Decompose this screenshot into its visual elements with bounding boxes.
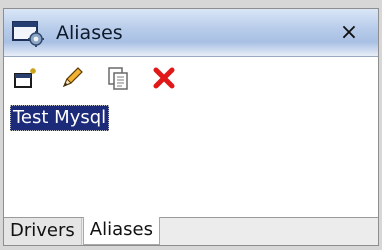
delete-x-icon[interactable] bbox=[150, 64, 178, 92]
alias-toolbar bbox=[4, 57, 378, 99]
copy-icon[interactable] bbox=[104, 64, 132, 92]
view-tabs: Drivers Aliases bbox=[4, 217, 378, 245]
close-button[interactable]: × bbox=[338, 21, 360, 44]
list-item[interactable]: Test Mysql bbox=[10, 105, 110, 131]
new-alias-icon[interactable] bbox=[12, 64, 40, 92]
alias-list[interactable]: Test Mysql bbox=[4, 99, 378, 217]
view-titlebar: Aliases × bbox=[4, 9, 378, 57]
tab-drivers[interactable]: Drivers bbox=[4, 218, 82, 245]
aliases-window-icon bbox=[12, 19, 48, 47]
edit-pencil-icon[interactable] bbox=[58, 64, 86, 92]
tab-aliases[interactable]: Aliases bbox=[82, 217, 160, 245]
aliases-view: Aliases × Test Mysql Drivers Aliases bbox=[3, 8, 379, 246]
view-title: Aliases bbox=[56, 21, 123, 44]
